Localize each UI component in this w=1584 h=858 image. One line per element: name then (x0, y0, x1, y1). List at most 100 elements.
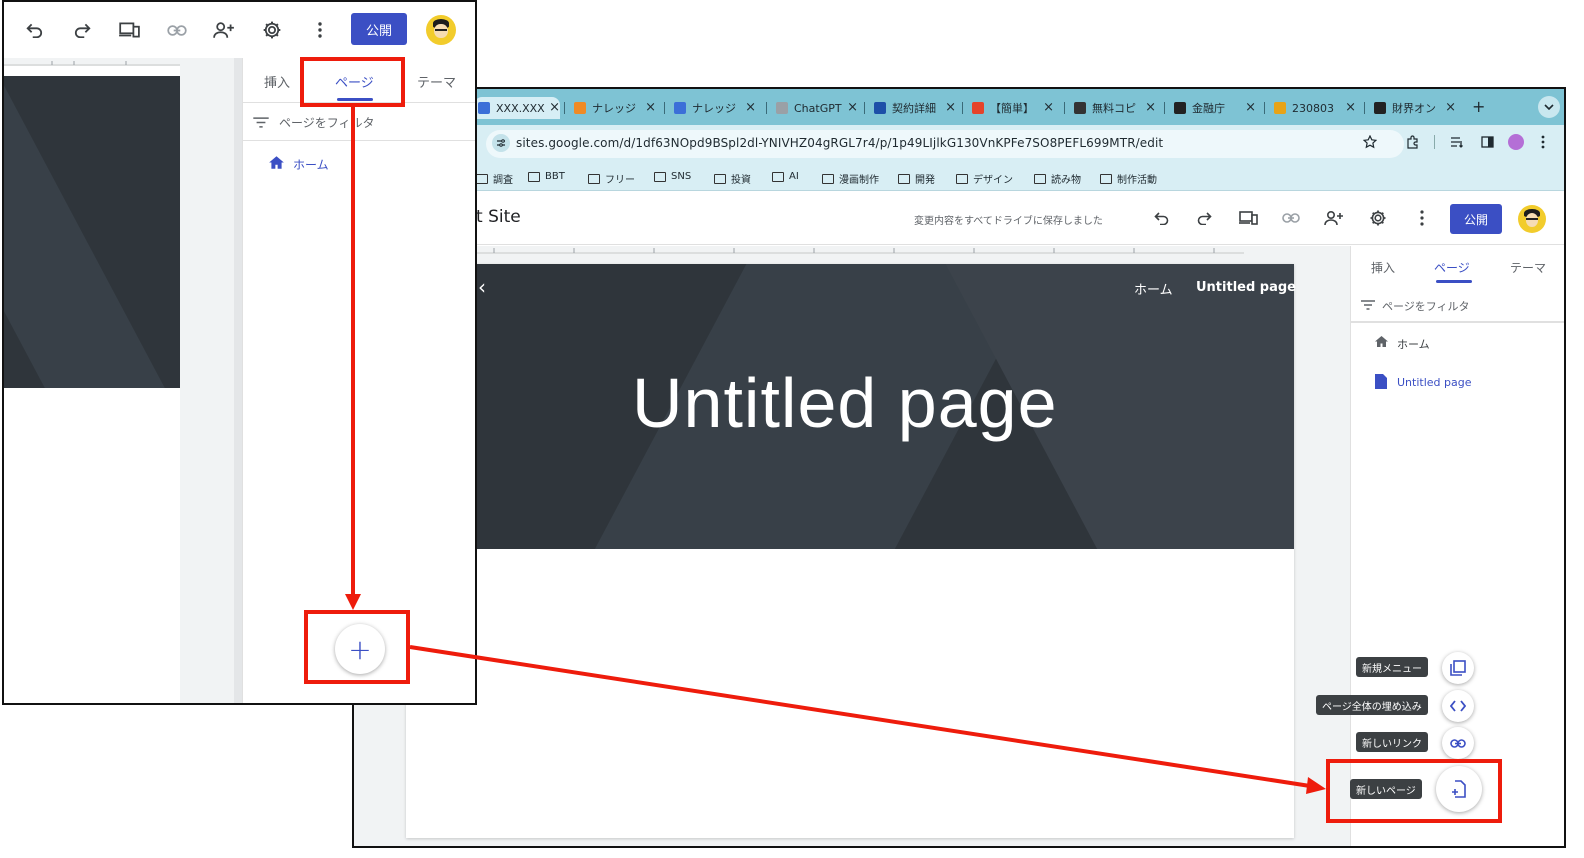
url-text: sites.google.com/d/1df63NOpd9BSpl2dl-YNI… (516, 136, 1164, 150)
bookmark-folder[interactable]: 開発 (898, 171, 935, 186)
browser-menu-icon[interactable] (1536, 133, 1550, 151)
tab-label: 財界オン (1392, 102, 1436, 115)
embed-page-button[interactable] (1442, 690, 1474, 722)
tab-insert[interactable]: 挿入 (264, 72, 290, 91)
bookmark-folder[interactable]: SNS (654, 171, 691, 182)
undo-icon[interactable] (1150, 206, 1174, 230)
new-tab-button[interactable]: + (1472, 97, 1485, 116)
tab-favicon-icon (574, 102, 586, 114)
settings-gear-icon[interactable] (1366, 206, 1390, 230)
tab-separator (766, 102, 767, 114)
settings-gear-icon[interactable] (259, 17, 285, 43)
tab-insert[interactable]: 挿入 (1371, 259, 1395, 276)
tab-label: XXX.XXX (496, 101, 545, 115)
filter-icon[interactable] (1360, 299, 1376, 311)
tab-separator (1164, 102, 1165, 114)
add-person-icon[interactable] (211, 17, 237, 43)
tab-separator (1364, 102, 1365, 114)
link-icon[interactable] (164, 17, 190, 43)
user-avatar[interactable] (1518, 205, 1546, 233)
preview-devices-icon[interactable] (1236, 206, 1260, 230)
bookmark-folder[interactable]: 投資 (714, 171, 751, 186)
bookmark-label: フリー (605, 175, 635, 186)
tab-close-icon[interactable]: × (847, 100, 858, 115)
nav-link-untitled-page[interactable]: Untitled page (1196, 280, 1296, 295)
tab-label: 金融庁 (1192, 102, 1225, 115)
reading-list-icon[interactable] (1448, 133, 1466, 151)
user-avatar[interactable] (426, 15, 456, 45)
publish-button[interactable]: 公開 (351, 13, 407, 45)
browser-tab[interactable]: 無料コピ × (1070, 97, 1156, 119)
tab-close-icon[interactable]: × (745, 100, 756, 115)
bookmark-folder[interactable]: フリー (588, 171, 635, 186)
site-info-icon[interactable] (492, 134, 510, 152)
tab-themes[interactable]: テーマ (1510, 259, 1546, 276)
browser-tab[interactable]: ChatGPT × (772, 97, 858, 119)
page-title[interactable]: Untitled page (632, 363, 1058, 443)
bookmark-star-icon[interactable] (1361, 133, 1379, 151)
browser-tab[interactable]: ナレッジ × (670, 97, 756, 119)
page-header-banner[interactable] (4, 76, 180, 388)
tab-close-icon[interactable]: × (549, 100, 560, 115)
browser-tab[interactable]: ナレッジ × (570, 97, 656, 119)
new-menu-icon (1450, 660, 1466, 676)
link-icon[interactable] (1279, 206, 1303, 230)
site-title[interactable]: t Site (476, 207, 521, 227)
nav-link-home[interactable]: ホーム (1134, 279, 1173, 298)
bookmark-folder[interactable]: AI (772, 171, 799, 182)
scrollbar[interactable] (234, 58, 242, 703)
bookmark-folder[interactable]: 漫画制作 (822, 171, 879, 186)
bookmark-folder[interactable]: 制作活動 (1100, 171, 1157, 186)
tab-label: 230803 (1292, 101, 1334, 115)
tab-close-icon[interactable]: × (1145, 100, 1156, 115)
bookmark-folder[interactable]: BBT (528, 171, 565, 182)
tab-favicon-icon (1374, 102, 1386, 114)
page-list-item-home[interactable]: ホーム (293, 156, 329, 173)
redo-icon[interactable] (1192, 206, 1216, 230)
new-menu-button[interactable] (1442, 652, 1474, 684)
preview-devices-icon[interactable] (116, 17, 142, 43)
browser-tab[interactable]: 【簡単】 × (968, 97, 1054, 119)
undo-icon[interactable] (22, 17, 48, 43)
page-list-item-home[interactable]: ホーム (1397, 336, 1430, 352)
bookmark-label: 投資 (731, 175, 751, 186)
tab-close-icon[interactable]: × (1245, 100, 1256, 115)
browser-tab[interactable]: 230803 × (1270, 97, 1356, 119)
tab-close-icon[interactable]: × (945, 100, 956, 115)
back-chevron-icon[interactable]: ‹ (478, 275, 486, 299)
more-vert-icon[interactable] (1410, 206, 1434, 230)
bookmark-folder[interactable]: 読み物 (1034, 171, 1081, 186)
browser-tab[interactable]: 金融庁 × (1170, 97, 1256, 119)
extensions-icon[interactable] (1404, 133, 1422, 151)
tooltip-embed-page: ページ全体の埋め込み (1316, 695, 1428, 715)
publish-button[interactable]: 公開 (1450, 204, 1502, 234)
browser-tab[interactable]: 財界オン × (1370, 97, 1456, 119)
more-vert-icon[interactable] (307, 17, 333, 43)
folder-icon (714, 173, 726, 184)
tab-close-icon[interactable]: × (1043, 100, 1054, 115)
folder-icon (654, 171, 666, 182)
redo-icon[interactable] (69, 17, 95, 43)
bookmark-folder[interactable]: 調査 (476, 171, 513, 186)
filter-icon[interactable] (252, 116, 270, 128)
add-person-icon[interactable] (1322, 206, 1346, 230)
tab-close-icon[interactable]: × (645, 100, 656, 115)
filter-pages-input[interactable]: ページをフィルタ (279, 114, 375, 131)
divider (242, 140, 475, 141)
tab-separator (864, 102, 865, 114)
browser-tab[interactable]: XXX.XXX × (474, 97, 560, 119)
side-panel-icon[interactable] (1478, 133, 1496, 151)
page-list-item-untitled[interactable]: Untitled page (1397, 376, 1471, 389)
tab-pages[interactable]: ページ (1434, 259, 1470, 276)
folder-icon (588, 173, 600, 184)
bookmark-folder[interactable]: デザイン (956, 171, 1013, 186)
filter-pages-input[interactable]: ページをフィルタ (1382, 298, 1470, 314)
tab-themes[interactable]: テーマ (417, 72, 456, 91)
tab-close-icon[interactable]: × (1345, 100, 1356, 115)
browser-tab[interactable]: 契約詳細 × (870, 97, 956, 119)
profile-avatar[interactable] (1508, 134, 1524, 150)
tab-label: 無料コピ (1092, 102, 1136, 115)
tab-close-icon[interactable]: × (1445, 100, 1456, 115)
tab-search-chevron-icon[interactable] (1538, 96, 1560, 118)
new-link-button[interactable] (1442, 727, 1474, 759)
